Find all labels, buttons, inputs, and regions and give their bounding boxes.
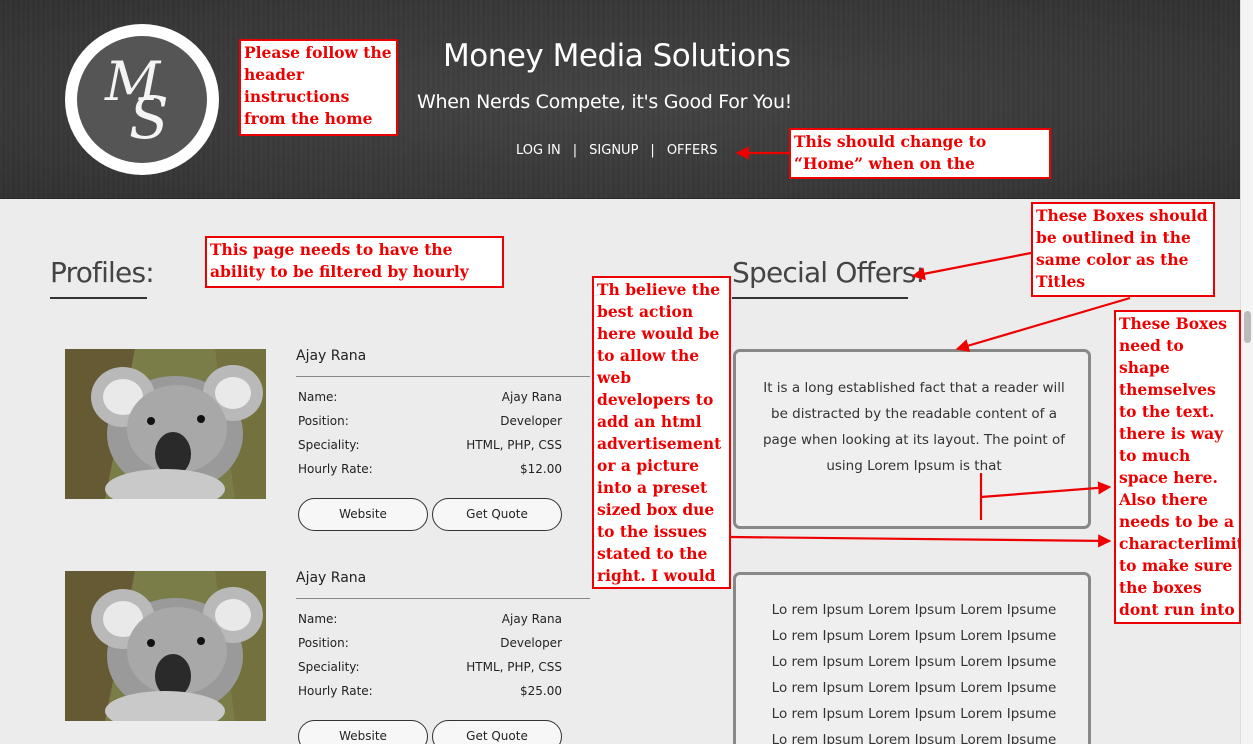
- profiles-title-underline: [50, 297, 147, 299]
- annotation-ad-note: Th believe the best action here would be…: [592, 276, 731, 589]
- offer-line: Lo rem Ipsum Lorem Ipsum Lorem Ipsume: [771, 602, 1057, 618]
- value-row: Ajay Rana: [0, 612, 562, 626]
- get-quote-button[interactable]: Get Quote: [432, 720, 562, 744]
- value-name: Ajay Rana: [501, 390, 562, 404]
- offer-text: It is a long established fact that a rea…: [762, 380, 1066, 474]
- offer-box[interactable]: Lo rem Ipsum Lorem Ipsum Lorem Ipsume Lo…: [733, 572, 1091, 744]
- profile-name: Ajay Rana: [296, 348, 367, 364]
- value-row: Developer: [0, 636, 562, 650]
- arrow-from-ad-note: [730, 534, 1112, 548]
- get-quote-button[interactable]: Get Quote: [432, 498, 562, 531]
- value-hourly-rate: $12.00: [520, 462, 562, 476]
- special-offers-title: Special Offers:: [732, 256, 925, 289]
- offer-line: Lo rem Ipsum Lorem Ipsum Lorem Ipsume: [771, 654, 1057, 670]
- value-speciality: HTML, PHP, CSS: [466, 438, 562, 452]
- scroll-thumb[interactable]: [1244, 311, 1251, 343]
- annotation-outline-note: These Boxes should be outlined in the sa…: [1031, 202, 1215, 297]
- profile-divider: [296, 598, 590, 599]
- profile-divider: [296, 376, 590, 377]
- offer-line: Lo rem Ipsum Lorem Ipsum Lorem Ipsume: [771, 628, 1057, 644]
- website-button[interactable]: Website: [298, 720, 428, 744]
- annotation-nav-note: This should change to “Home” when on the…: [789, 128, 1051, 179]
- value-position: Developer: [500, 414, 562, 428]
- value-name: Ajay Rana: [501, 612, 562, 626]
- value-row: $12.00: [0, 462, 562, 476]
- annotation-header-note: Please follow the header instructions fr…: [239, 39, 398, 136]
- value-speciality: HTML, PHP, CSS: [466, 660, 562, 674]
- value-row: HTML, PHP, CSS: [0, 438, 562, 452]
- scrollbar[interactable]: [1240, 0, 1253, 744]
- value-row: Ajay Rana: [0, 390, 562, 404]
- value-row: $25.00: [0, 684, 562, 698]
- profile-name: Ajay Rana: [296, 570, 367, 586]
- annotation-shape-note: These Boxes need to shape themselves to …: [1114, 310, 1241, 624]
- annotation-filter-note: This page needs to have the ability to b…: [205, 236, 504, 288]
- offer-box[interactable]: It is a long established fact that a rea…: [733, 349, 1091, 529]
- offer-line: Lo rem Ipsum Lorem Ipsum Lorem Ipsume: [771, 680, 1057, 696]
- nav-separator: |: [650, 143, 655, 158]
- value-hourly-rate: $25.00: [520, 684, 562, 698]
- arrow-to-offers-title: [911, 251, 1032, 281]
- value-row: Developer: [0, 414, 562, 428]
- offer-text: Lo rem Ipsum Lorem Ipsum Lorem Ipsume Lo…: [746, 597, 1082, 744]
- value-position: Developer: [500, 636, 562, 650]
- offer-line: Lo rem Ipsum Lorem Ipsum Lorem Ipsume: [771, 706, 1057, 722]
- offer-line: Lo rem Ipsum Lorem Ipsum Lorem Ipsume: [771, 732, 1057, 744]
- arrow-to-offer-box: [955, 296, 1131, 352]
- profiles-title: Profiles:: [50, 256, 155, 289]
- website-button[interactable]: Website: [298, 498, 428, 531]
- value-row: HTML, PHP, CSS: [0, 660, 562, 674]
- nav-offers[interactable]: OFFERS: [667, 143, 718, 158]
- special-offers-title-underline: [732, 297, 908, 299]
